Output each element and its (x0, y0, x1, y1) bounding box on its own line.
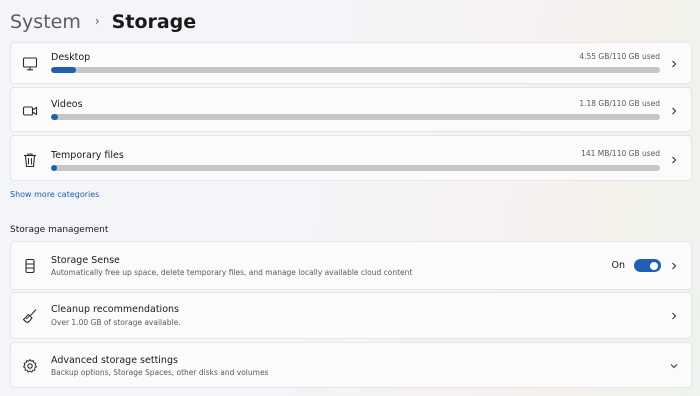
toggle-state-label: On (611, 260, 626, 271)
breadcrumb: System › Storage (10, 8, 196, 36)
usage-bar (51, 165, 660, 171)
cleanup-recommendations-card[interactable]: Cleanup recommendations Over 1.00 GB of … (10, 292, 692, 339)
category-videos[interactable]: Videos 1.18 GB/110 GB used (10, 87, 692, 132)
chevron-right-icon (669, 59, 679, 69)
storage-sense-toggle[interactable] (634, 259, 661, 272)
category-used: 1.18 GB/110 GB used (579, 99, 660, 108)
toggle-knob (650, 261, 658, 270)
usage-bar (51, 114, 660, 120)
usage-bar (51, 67, 660, 73)
broom-icon (22, 308, 38, 324)
monitor-icon (22, 56, 38, 72)
category-used: 141 MB/110 GB used (581, 149, 660, 158)
category-label: Videos (51, 99, 83, 110)
advanced-storage-settings-card[interactable]: Advanced storage settings Backup options… (10, 342, 692, 388)
category-label: Temporary files (51, 150, 124, 161)
storage-sense-title: Storage Sense (51, 255, 120, 266)
trash-icon (22, 152, 38, 168)
category-used: 4.55 GB/110 GB used (579, 52, 660, 61)
chevron-right-icon (669, 311, 679, 321)
usage-bar-fill (51, 114, 58, 120)
usage-bar-fill (51, 67, 76, 73)
storage-management-heading: Storage management (10, 225, 109, 235)
cleanup-description: Over 1.00 GB of storage available. (51, 318, 181, 327)
gear-icon (22, 358, 38, 374)
storage-sense-card[interactable]: Storage Sense Automatically free up spac… (10, 241, 692, 290)
category-temporary-files[interactable]: Temporary files 141 MB/110 GB used (10, 135, 692, 181)
breadcrumb-system[interactable]: System (10, 11, 81, 33)
storage-sense-description: Automatically free up space, delete temp… (51, 268, 413, 277)
breadcrumb-separator-icon: › (94, 14, 100, 28)
category-label: Desktop (51, 52, 91, 63)
cleanup-title: Cleanup recommendations (51, 304, 179, 315)
chevron-right-icon (669, 106, 679, 116)
chevron-right-icon (669, 261, 679, 271)
chevron-down-icon (669, 361, 679, 371)
advanced-settings-description: Backup options, Storage Spaces, other di… (51, 368, 269, 377)
drive-icon (22, 258, 38, 274)
category-desktop[interactable]: Desktop 4.55 GB/110 GB used (10, 42, 692, 84)
usage-bar-fill (51, 165, 57, 171)
show-more-categories-link[interactable]: Show more categories (10, 190, 99, 199)
chevron-right-icon (669, 155, 679, 165)
advanced-settings-title: Advanced storage settings (51, 355, 178, 366)
page-title: Storage (111, 11, 197, 33)
video-camera-icon (22, 103, 38, 119)
